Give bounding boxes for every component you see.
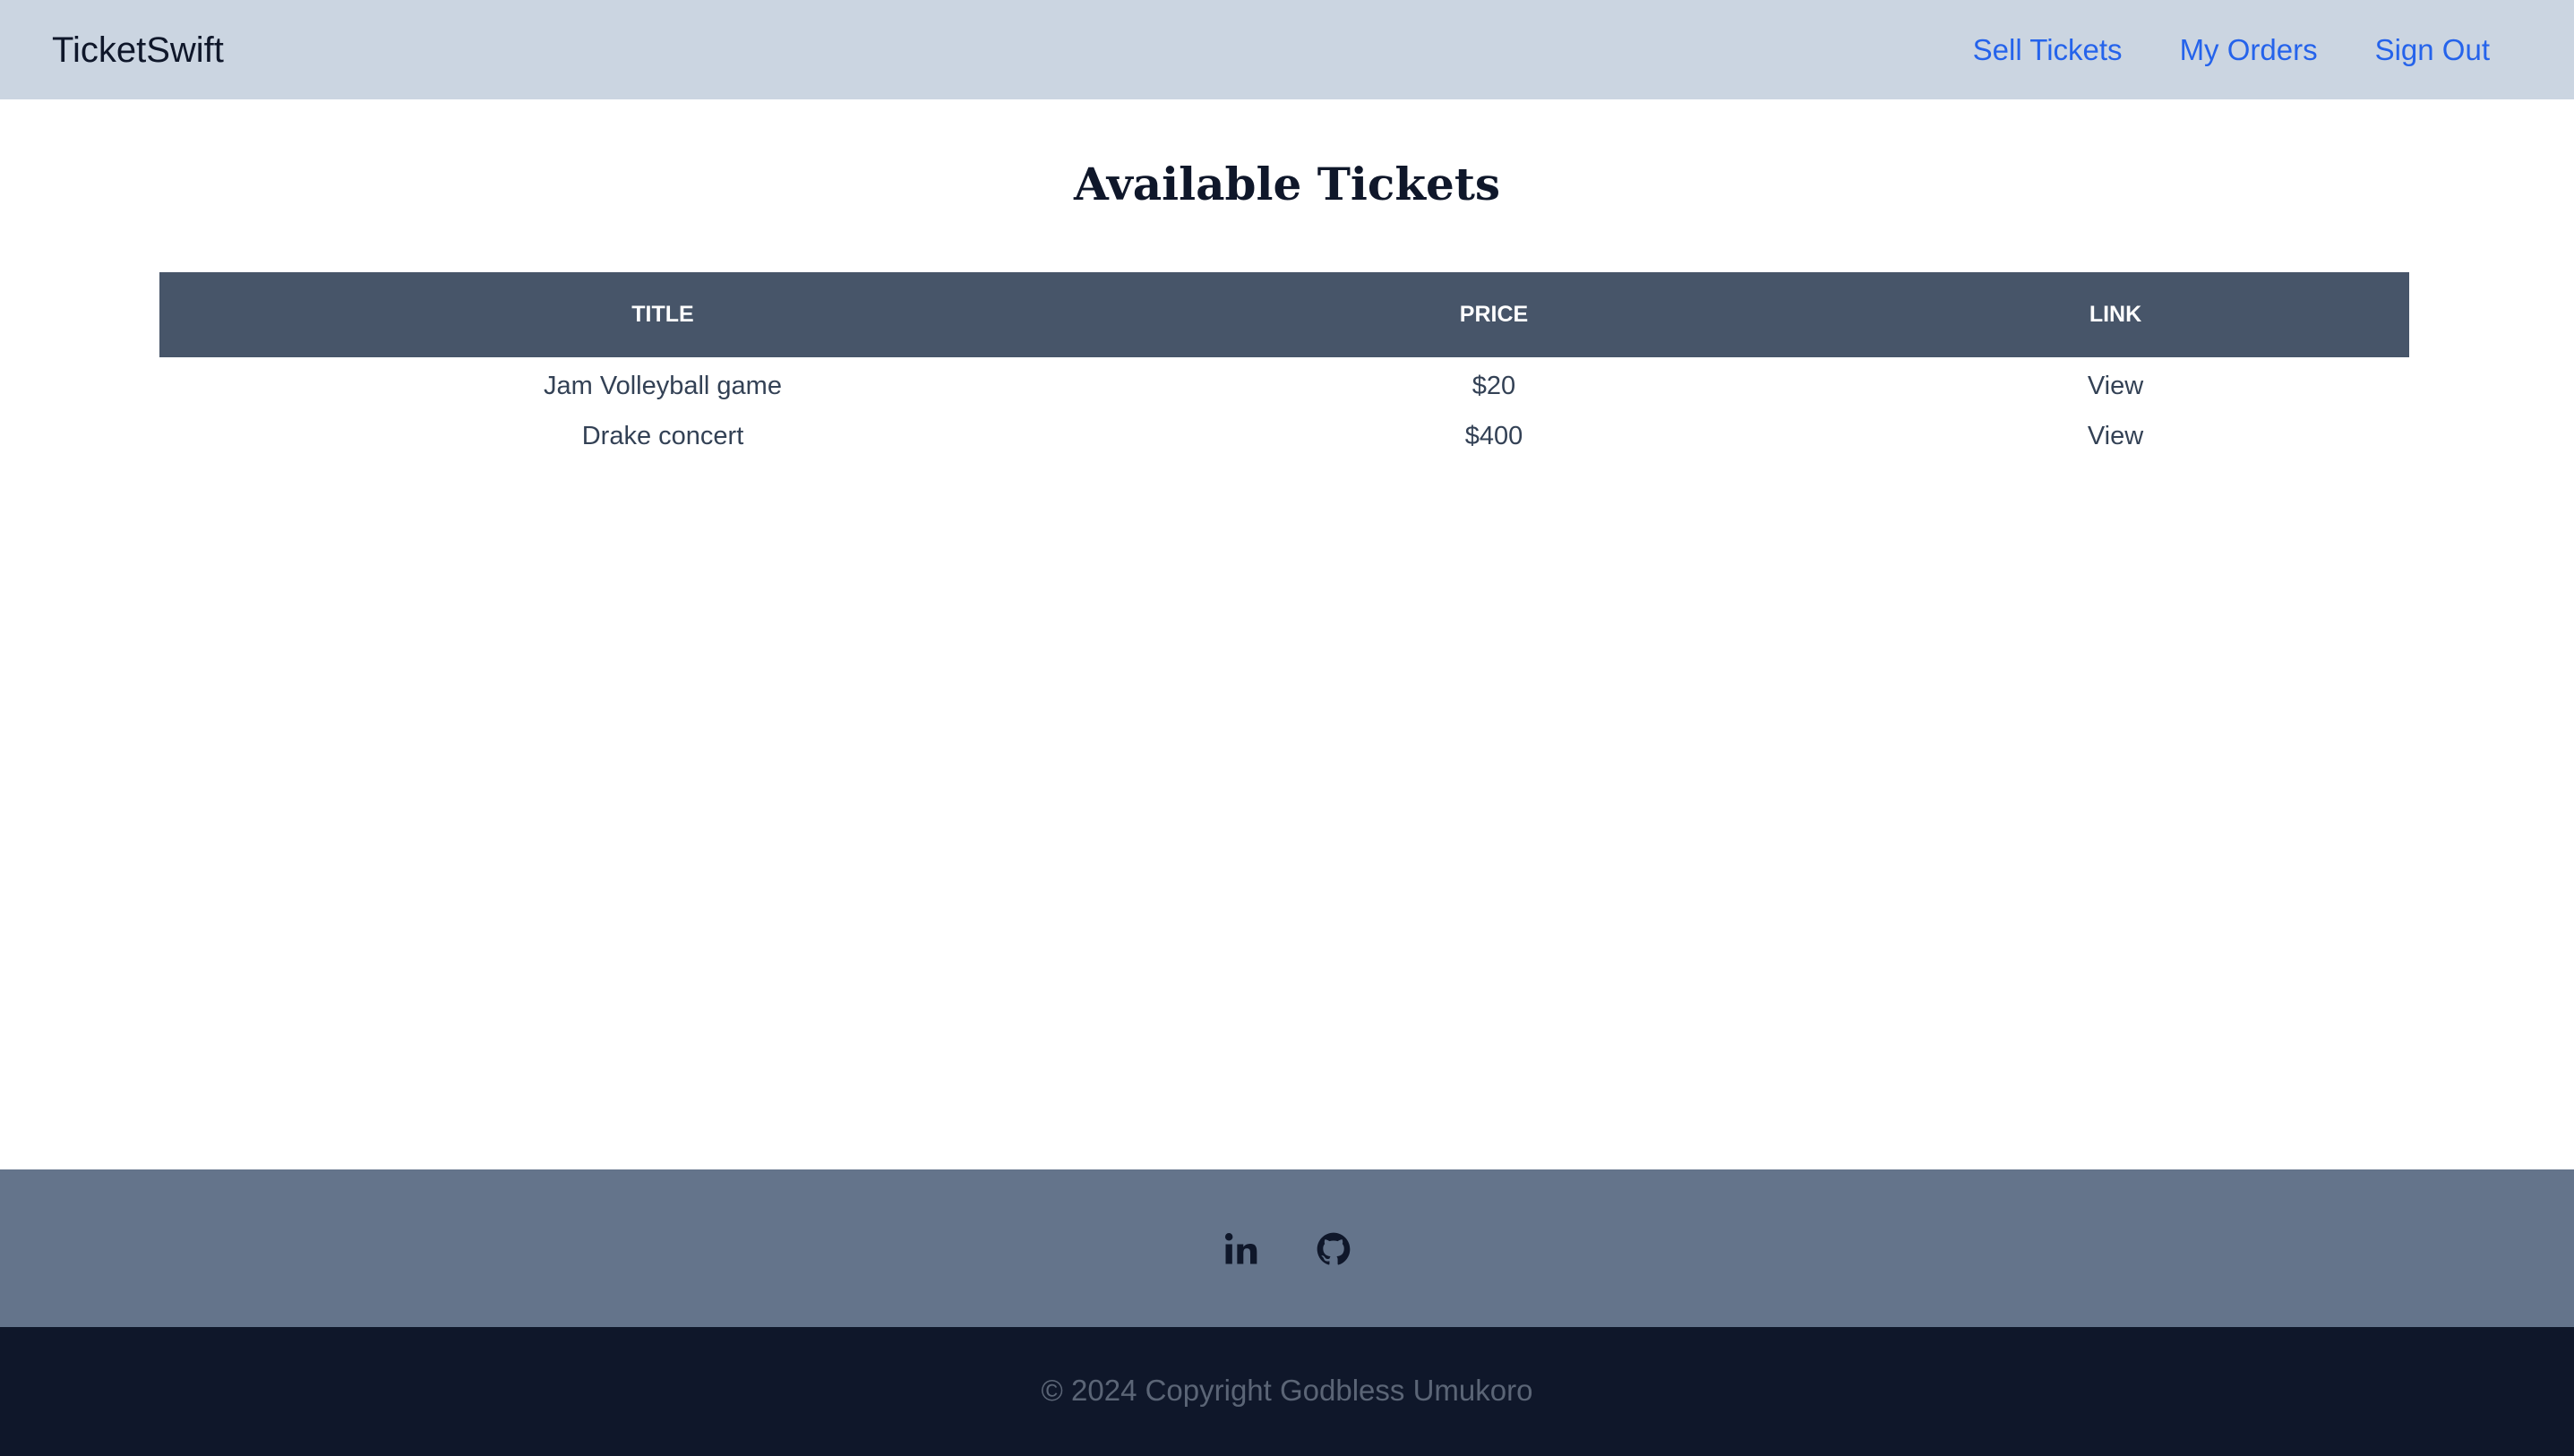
ticket-price: $20 [1471,371,1516,400]
copyright-bar: © 2024 Copyright Godbless Umukoro [0,1327,2574,1456]
column-header-price: Price [1459,302,1529,327]
table-row: Jam Volleyball game $20 View [159,357,2409,411]
copyright-text: © 2024 Copyright Godbless Umukoro [1041,1374,1533,1407]
table-row: Drake concert $400 View [159,411,2409,461]
ticket-link-cell: View [1822,411,2409,461]
ticket-price: $400 [1464,421,1523,450]
brand-logo[interactable]: TicketSwift [52,27,224,73]
social-bar [0,1169,2574,1327]
nav-links: Sell Tickets My Orders Sign Out [1973,27,2490,73]
nav-link-sign-out[interactable]: Sign Out [2375,27,2490,73]
column-header-link: Link [2089,302,2142,327]
page-title: Available Tickets [1073,158,1501,210]
social-icons [0,1229,2574,1269]
table-header: Title Price Link [159,272,2409,357]
github-icon[interactable] [1314,1229,1353,1269]
linkedin-icon[interactable] [1221,1229,1260,1269]
column-header-title: Title [631,302,694,327]
navbar: TicketSwift Sell Tickets My Orders Sign … [0,0,2574,99]
nav-link-my-orders[interactable]: My Orders [2180,27,2318,73]
view-ticket-link[interactable]: View [2088,372,2143,400]
nav-link-sell-tickets[interactable]: Sell Tickets [1973,27,2123,73]
table-body: Jam Volleyball game $20 View Drake conce… [159,357,2409,461]
table-header-row: Title Price Link [159,272,2409,357]
tickets-table: Title Price Link Jam Volleyball game $20… [159,272,2409,461]
ticket-link-cell: View [1822,357,2409,411]
ticket-title: Jam Volleyball game [544,371,782,400]
ticket-title: Drake concert [581,421,744,450]
view-ticket-link[interactable]: View [2088,422,2143,450]
